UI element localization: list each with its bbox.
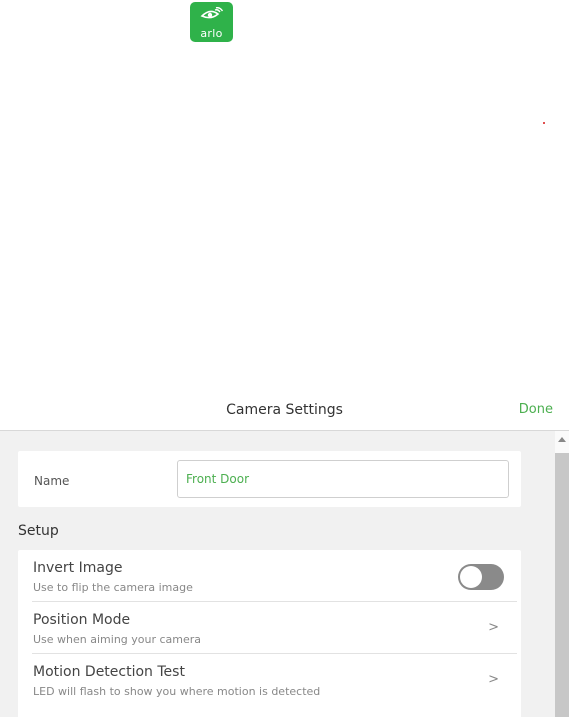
chevron-right-icon: > <box>488 672 499 687</box>
page-title: Camera Settings <box>226 402 343 418</box>
invert-image-subtitle: Use to flip the camera image <box>33 581 193 594</box>
setup-card: Invert Image Use to flip the camera imag… <box>18 550 521 717</box>
position-mode-title: Position Mode <box>33 612 131 628</box>
red-dot-marker <box>543 122 545 124</box>
settings-header: Camera Settings Done <box>0 392 569 431</box>
chevron-right-icon: > <box>488 620 499 635</box>
scroll-up-icon[interactable] <box>558 437 566 442</box>
done-button[interactable]: Done <box>519 402 553 417</box>
arlo-logo: arlo <box>190 2 233 42</box>
arlo-eye-icon <box>200 7 224 19</box>
position-mode-subtitle: Use when aiming your camera <box>33 633 202 646</box>
logo-text: arlo <box>200 27 223 40</box>
settings-content: Name Setup Invert Image Use to flip the … <box>0 431 555 717</box>
setup-section-title: Setup <box>18 523 59 539</box>
position-mode-row[interactable]: Position Mode Use when aiming your camer… <box>18 602 521 654</box>
motion-detection-test-subtitle: LED will flash to show you where motion … <box>33 685 321 698</box>
invert-image-title: Invert Image <box>33 560 123 576</box>
scrollbar-thumb[interactable] <box>555 453 569 717</box>
name-label: Name <box>34 474 70 488</box>
scrollbar[interactable] <box>555 431 569 717</box>
motion-detection-test-row[interactable]: Motion Detection Test LED will flash to … <box>18 654 521 706</box>
invert-image-toggle[interactable] <box>458 564 504 590</box>
camera-name-input[interactable] <box>177 460 509 498</box>
name-card: Name <box>18 451 521 507</box>
toggle-knob <box>460 566 482 588</box>
motion-detection-test-title: Motion Detection Test <box>33 664 185 680</box>
invert-image-row[interactable]: Invert Image Use to flip the camera imag… <box>18 550 521 602</box>
